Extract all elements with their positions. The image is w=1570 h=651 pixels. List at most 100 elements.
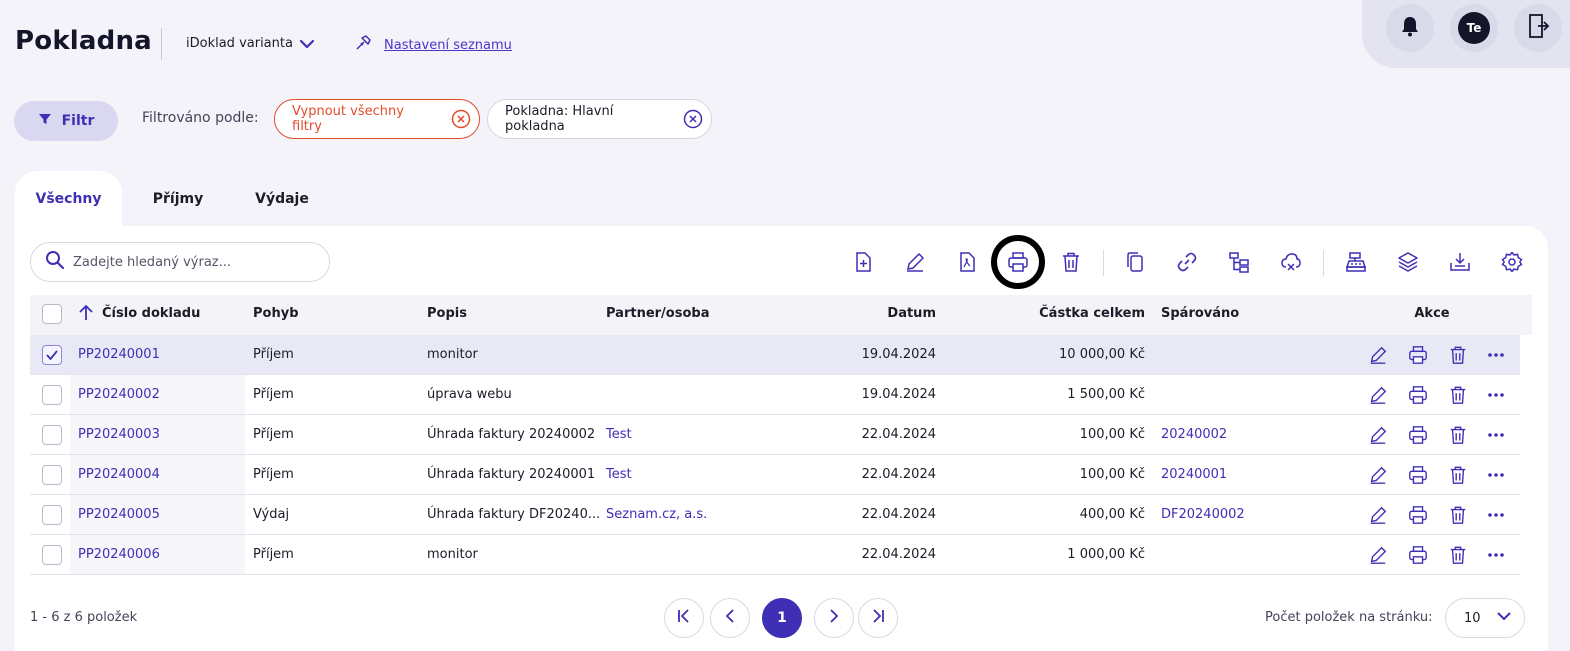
print-icon[interactable] bbox=[1408, 505, 1428, 525]
more-options-icon[interactable] bbox=[1486, 505, 1506, 525]
table-row[interactable]: PP20240003 Příjem Úhrada faktury 20240002 T… bbox=[30, 415, 1520, 455]
column-header-partner[interactable]: Partner/osoba bbox=[606, 306, 710, 321]
row-checkbox[interactable] bbox=[42, 505, 62, 525]
list-settings-link[interactable]: Nastavení seznamu bbox=[354, 34, 512, 56]
tab-expenses[interactable]: Výdaje bbox=[240, 171, 324, 227]
clear-all-filters-label: Vypnout všechny filtry bbox=[292, 104, 404, 134]
print-icon[interactable] bbox=[1408, 385, 1428, 405]
row-checkbox[interactable] bbox=[42, 465, 62, 485]
list-settings-label[interactable]: Nastavení seznamu bbox=[384, 38, 512, 53]
column-header-number[interactable]: Číslo dokladu bbox=[102, 306, 200, 321]
document-number-link[interactable]: PP20240005 bbox=[78, 507, 160, 522]
layers-icon[interactable] bbox=[1393, 247, 1423, 277]
table-row[interactable]: PP20240001 Příjem monitor 19.04.2024 10 000,… bbox=[30, 335, 1520, 375]
date-cell: 19.04.2024 bbox=[861, 387, 936, 402]
settings-icon[interactable] bbox=[1497, 247, 1527, 277]
more-options-icon[interactable] bbox=[1486, 545, 1506, 565]
previous-page-button[interactable] bbox=[710, 598, 750, 638]
document-number-link[interactable]: PP20240003 bbox=[78, 427, 160, 442]
edit-icon[interactable] bbox=[900, 247, 930, 277]
per-page-select[interactable]: 10 bbox=[1445, 598, 1525, 638]
more-options-icon[interactable] bbox=[1486, 345, 1506, 365]
search-box[interactable] bbox=[30, 242, 330, 282]
table-row[interactable]: PP20240006 Příjem monitor 22.04.2024 1 000,0… bbox=[30, 535, 1520, 575]
download-icon[interactable] bbox=[1445, 247, 1475, 277]
last-page-button[interactable] bbox=[858, 598, 898, 638]
description-cell: monitor bbox=[427, 547, 478, 562]
column-header-total[interactable]: Částka celkem bbox=[995, 306, 1145, 321]
hierarchy-icon[interactable] bbox=[1224, 247, 1254, 277]
select-all-checkbox[interactable] bbox=[42, 304, 62, 324]
column-header-paired[interactable]: Spárováno bbox=[1161, 306, 1239, 321]
search-input[interactable] bbox=[73, 254, 313, 270]
table-row[interactable]: PP20240002 Příjem úprava webu 19.04.2024 1 5… bbox=[30, 375, 1520, 415]
tab-all[interactable]: Všechny bbox=[15, 171, 122, 227]
paired-document-link[interactable]: 20240001 bbox=[1161, 467, 1227, 482]
edit-icon[interactable] bbox=[1368, 385, 1388, 405]
hammer-icon bbox=[354, 34, 372, 56]
paired-document-link[interactable]: DF20240002 bbox=[1161, 507, 1245, 522]
row-checkbox[interactable] bbox=[42, 545, 62, 565]
logout-button[interactable] bbox=[1514, 4, 1562, 52]
close-icon[interactable] bbox=[451, 109, 471, 129]
edit-icon[interactable] bbox=[1368, 545, 1388, 565]
edit-icon[interactable] bbox=[1368, 425, 1388, 445]
delete-icon[interactable] bbox=[1448, 505, 1468, 525]
print-icon[interactable] bbox=[991, 235, 1045, 289]
chevron-down-icon[interactable] bbox=[298, 36, 316, 52]
cloud-icon[interactable] bbox=[1276, 247, 1306, 277]
filtered-by-label: Filtrováno podle: bbox=[142, 110, 259, 126]
delete-icon[interactable] bbox=[1448, 465, 1468, 485]
document-number-link[interactable]: PP20240002 bbox=[78, 387, 160, 402]
more-options-icon[interactable] bbox=[1486, 425, 1506, 445]
column-header-date[interactable]: Datum bbox=[836, 306, 936, 321]
column-header-movement[interactable]: Pohyb bbox=[253, 306, 299, 321]
delete-icon[interactable] bbox=[1448, 385, 1468, 405]
table-row[interactable]: PP20240004 Příjem Úhrada faktury 20240001 T… bbox=[30, 455, 1520, 495]
user-menu-button[interactable]: Te bbox=[1450, 4, 1498, 52]
cash-register-icon[interactable] bbox=[1341, 247, 1371, 277]
close-icon[interactable] bbox=[683, 109, 703, 129]
row-checkbox[interactable] bbox=[42, 385, 62, 405]
add-document-icon[interactable] bbox=[848, 247, 878, 277]
edit-icon[interactable] bbox=[1368, 505, 1388, 525]
logout-icon bbox=[1526, 13, 1550, 43]
sort-ascending-icon[interactable] bbox=[78, 304, 94, 326]
copy-icon[interactable] bbox=[1120, 247, 1150, 277]
page-button-current[interactable]: 1 bbox=[762, 598, 802, 638]
first-page-button[interactable] bbox=[664, 598, 704, 638]
tab-income[interactable]: Příjmy bbox=[135, 171, 221, 227]
filter-button[interactable]: Filtr bbox=[14, 101, 118, 141]
row-checkbox[interactable] bbox=[42, 425, 62, 445]
print-icon[interactable] bbox=[1408, 545, 1428, 565]
print-icon[interactable] bbox=[1408, 425, 1428, 445]
print-icon[interactable] bbox=[1408, 465, 1428, 485]
clear-all-filters-chip[interactable]: Vypnout všechny filtry bbox=[274, 99, 480, 139]
variant-selector[interactable]: iDoklad varianta bbox=[186, 36, 293, 51]
paired-document-link[interactable]: 20240002 bbox=[1161, 427, 1227, 442]
edit-icon[interactable] bbox=[1368, 345, 1388, 365]
partner-link[interactable]: Seznam.cz, a.s. bbox=[606, 507, 707, 522]
next-page-button[interactable] bbox=[814, 598, 854, 638]
row-checkbox[interactable] bbox=[42, 345, 62, 365]
link-icon[interactable] bbox=[1172, 247, 1202, 277]
active-filter-chip[interactable]: Pokladna: Hlavní pokladna bbox=[487, 99, 712, 139]
more-options-icon[interactable] bbox=[1486, 465, 1506, 485]
delete-icon[interactable] bbox=[1056, 247, 1086, 277]
edit-icon[interactable] bbox=[1368, 465, 1388, 485]
document-number-link[interactable]: PP20240006 bbox=[78, 547, 160, 562]
document-number-link[interactable]: PP20240004 bbox=[78, 467, 160, 482]
notifications-button[interactable] bbox=[1386, 4, 1434, 52]
document-number-link[interactable]: PP20240001 bbox=[78, 347, 160, 362]
partner-link[interactable]: Test bbox=[606, 427, 632, 442]
partner-link[interactable]: Test bbox=[606, 467, 632, 482]
pdf-icon[interactable] bbox=[952, 247, 982, 277]
delete-icon[interactable] bbox=[1448, 345, 1468, 365]
per-page-value: 10 bbox=[1464, 610, 1481, 626]
table-row[interactable]: PP20240005 Výdaj Úhrada faktury DF20240...… bbox=[30, 495, 1520, 535]
more-options-icon[interactable] bbox=[1486, 385, 1506, 405]
print-icon[interactable] bbox=[1408, 345, 1428, 365]
delete-icon[interactable] bbox=[1448, 545, 1468, 565]
column-header-description[interactable]: Popis bbox=[427, 306, 467, 321]
delete-icon[interactable] bbox=[1448, 425, 1468, 445]
